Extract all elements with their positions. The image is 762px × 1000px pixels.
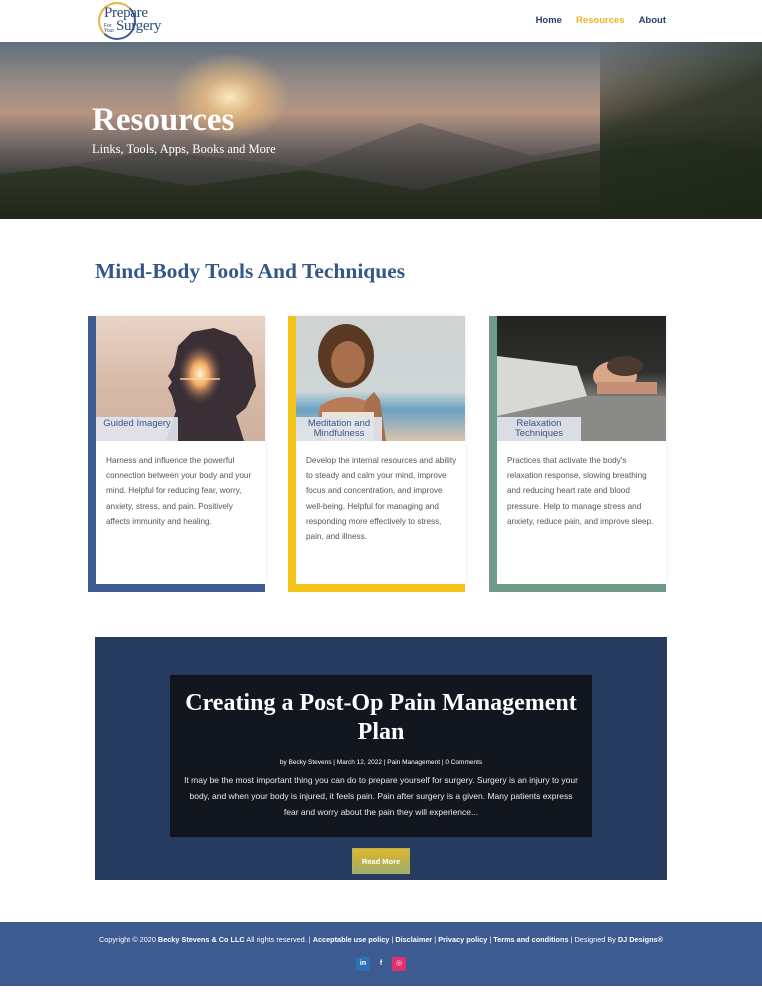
section-title: Mind-Body Tools And Techniques: [95, 259, 406, 283]
featured-post: Creating a Post-Op Pain Management Plan …: [95, 637, 667, 880]
site-header: Prepare For Your Surgery Home Resources …: [0, 0, 762, 42]
card-label: Guided Imagery: [96, 417, 178, 441]
post-meta: by Becky Stevens | March 12, 2022 | Pain…: [279, 759, 483, 766]
featured-post-content: Creating a Post-Op Pain Management Plan …: [170, 675, 592, 837]
card-accent-bar: [288, 316, 296, 592]
card-description: Harness and influence the powerful conne…: [106, 456, 252, 526]
nav-about[interactable]: About: [639, 15, 666, 26]
card-description: Practices that activate the body's relax…: [507, 456, 654, 526]
site-logo[interactable]: Prepare For Your Surgery: [98, 2, 164, 40]
nav-home[interactable]: Home: [536, 15, 562, 26]
facebook-icon[interactable]: f: [374, 957, 388, 971]
hero-title: Resources: [92, 102, 235, 138]
footer-link-terms[interactable]: Terms and conditions: [493, 935, 568, 944]
footer-link-acceptable-use[interactable]: Acceptable use policy: [313, 935, 390, 944]
post-excerpt: It may be the most important thing you c…: [184, 775, 578, 817]
nav-resources[interactable]: Resources: [576, 15, 625, 26]
card-accent-bar: [489, 316, 497, 592]
linkedin-icon[interactable]: in: [356, 957, 370, 971]
designer-link[interactable]: DJ Designs®: [618, 935, 663, 944]
card-description: Develop the internal resources and abili…: [306, 456, 457, 542]
card-accent-bar-bottom: [489, 584, 666, 592]
hero-subtitle: Links, Tools, Apps, Books and More: [92, 142, 276, 156]
post-title[interactable]: Creating a Post-Op Pain Management Plan: [170, 689, 592, 747]
footer-link-disclaimer[interactable]: Disclaimer: [395, 935, 432, 944]
copyright-prefix: Copyright © 2020: [98, 935, 156, 944]
main-nav: Home Resources About: [536, 15, 666, 26]
instagram-icon[interactable]: ◎: [392, 957, 406, 971]
card-guided-imagery[interactable]: Guided Imagery Harness and influence the…: [88, 316, 265, 592]
card-accent-bar-bottom: [288, 584, 465, 592]
site-footer: Copyright © 2020 Becky Stevens & Co LLC …: [0, 922, 762, 986]
card-accent-bar: [88, 316, 96, 592]
card-meditation[interactable]: Meditation and Mindfulness Develop the i…: [288, 316, 465, 592]
footer-link-privacy[interactable]: Privacy policy: [438, 935, 487, 944]
rights-text: All rights reserved. |: [246, 935, 311, 944]
read-more-button[interactable]: Read More: [352, 848, 410, 874]
logo-text-line2: Surgery: [116, 18, 162, 34]
card-relaxation[interactable]: Relaxation Techniques Practices that act…: [489, 316, 666, 592]
card-label: Meditation and Mindfulness: [296, 417, 382, 441]
card-accent-bar-bottom: [88, 584, 265, 592]
company-name: Becky Stevens & Co LLC: [157, 935, 245, 944]
designed-by-prefix: | Designed By: [570, 935, 616, 944]
hero-banner: Resources Links, Tools, Apps, Books and …: [0, 42, 762, 219]
hero-trees: [600, 42, 762, 219]
footer-text: Copyright © 2020 Becky Stevens & Co LLC …: [98, 935, 664, 944]
card-label: Relaxation Techniques: [497, 417, 581, 441]
